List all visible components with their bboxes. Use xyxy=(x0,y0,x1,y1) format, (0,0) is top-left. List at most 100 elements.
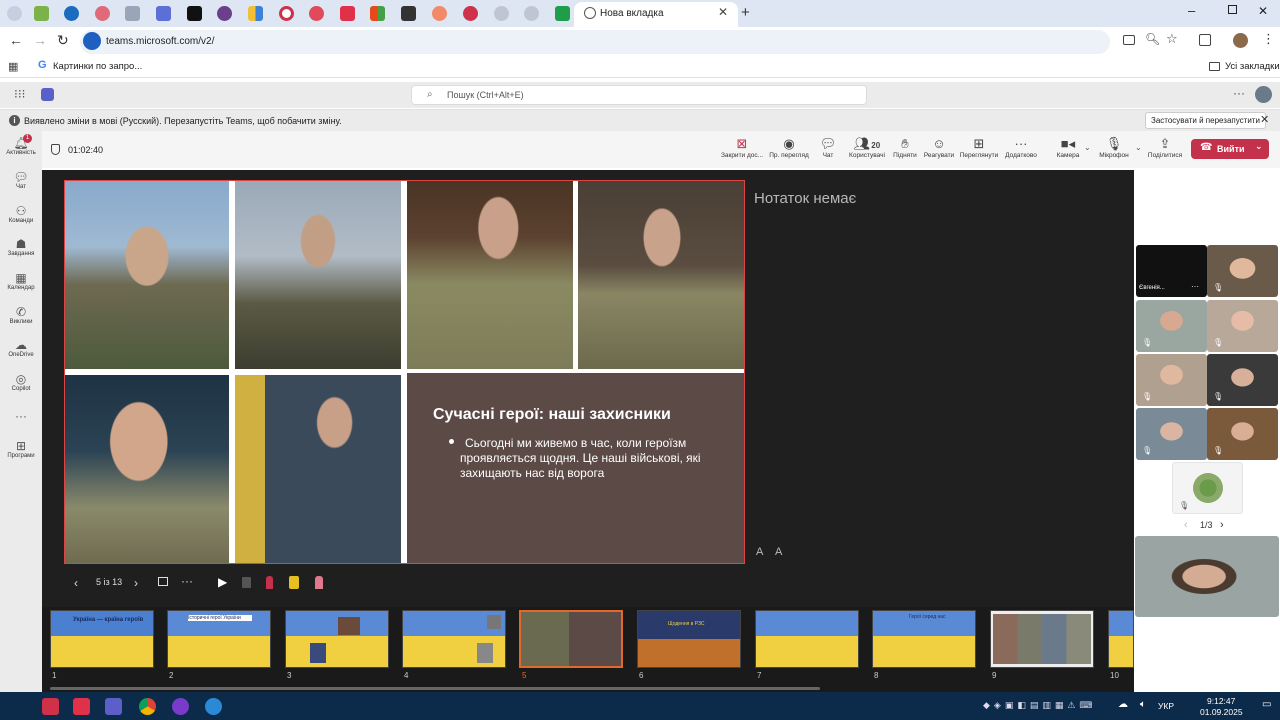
restart-button[interactable]: Застосувати й перезапустити xyxy=(1145,112,1266,129)
self-view-video[interactable] xyxy=(1135,536,1279,617)
next-page-icon[interactable]: › xyxy=(1220,519,1224,531)
profile-avatar[interactable] xyxy=(1233,33,1248,48)
tab-favicon[interactable] xyxy=(401,6,416,21)
tab-favicon[interactable] xyxy=(309,6,324,21)
participant-tile[interactable]: 🎙︎ xyxy=(1207,408,1278,460)
participant-tile[interactable]: 🎙︎ xyxy=(1207,300,1278,352)
tab-favicon[interactable] xyxy=(95,6,110,21)
slide-thumbnail[interactable]: Історичні герої України xyxy=(167,610,271,668)
input-language[interactable]: УКР xyxy=(1158,701,1174,711)
thumbnail-scrollbar[interactable] xyxy=(50,687,820,690)
minimize-button[interactable]: – xyxy=(1188,3,1195,18)
bookmark-star-icon[interactable]: ☆ xyxy=(1166,31,1178,47)
chat-button[interactable]: 💬︎ Чат xyxy=(814,136,842,159)
react-button[interactable]: ☺ Реагувати xyxy=(922,136,956,159)
next-slide-icon[interactable]: › xyxy=(134,576,138,590)
install-app-icon[interactable] xyxy=(1123,35,1135,45)
tab-favicon[interactable] xyxy=(463,6,478,21)
tray-network-icon[interactable]: ☁︎ xyxy=(1118,699,1128,710)
tab-favicon[interactable] xyxy=(494,6,509,21)
slide-thumbnail[interactable] xyxy=(990,610,1094,668)
preview-button[interactable]: ◉ Пр. перегляд xyxy=(766,136,812,159)
slide-thumbnail-selected[interactable] xyxy=(519,610,623,668)
notifications-icon[interactable]: ▭ xyxy=(1262,699,1271,710)
site-info-icon[interactable] xyxy=(83,32,101,50)
maximize-button[interactable] xyxy=(1228,5,1237,14)
tab-favicon[interactable] xyxy=(156,6,171,21)
app-launcher-icon[interactable]: ⁝⁝⁝ xyxy=(14,87,25,101)
slide-thumbnail[interactable]: Герої серед нас xyxy=(872,610,976,668)
participant-tile[interactable]: 🎙︎ xyxy=(1172,462,1243,514)
participant-tile[interactable]: 🎙︎ xyxy=(1136,300,1207,352)
camera-button[interactable]: ■◂ Камера xyxy=(1052,136,1084,159)
user-avatar[interactable] xyxy=(1255,86,1272,103)
back-icon[interactable]: ← xyxy=(9,32,23,48)
slide-thumbnail[interactable] xyxy=(755,610,859,668)
pen-red-icon[interactable] xyxy=(266,576,273,589)
microphone-button[interactable]: 🎙︎ Мікрофон xyxy=(1096,136,1132,159)
tray-volume-icon[interactable]: 🔈︎ xyxy=(1140,699,1146,710)
rail-item-assignments[interactable]: ☗ Завдання xyxy=(0,237,42,257)
slide-thumbnail[interactable]: Щодення в РЗС xyxy=(637,610,741,668)
increase-font-button[interactable]: A xyxy=(775,546,782,558)
rail-item-calls[interactable]: ✆ Виклики xyxy=(0,305,42,325)
close-window-button[interactable]: ✕ xyxy=(1258,4,1268,18)
slide-thumbnail[interactable]: Україна — країна героїв xyxy=(50,610,154,668)
prev-slide-icon[interactable]: ‹ xyxy=(74,576,78,590)
zoom-icon[interactable]: 🔍︎ xyxy=(1145,32,1160,46)
taskbar-chrome-icon[interactable] xyxy=(139,698,156,715)
tab-favicon[interactable] xyxy=(340,6,355,21)
participant-tile[interactable]: 🎙︎ xyxy=(1207,245,1278,297)
view-button[interactable]: ⊞ Переглянути xyxy=(958,136,1000,159)
url-field[interactable]: teams.microsoft.com/v2/ xyxy=(80,30,1110,54)
slide-thumbnail[interactable] xyxy=(1108,610,1134,668)
more-options-icon[interactable]: ··· xyxy=(181,574,193,588)
tab-list-icon[interactable] xyxy=(7,6,22,21)
tab-favicon[interactable] xyxy=(187,6,202,21)
rail-more-icon[interactable]: ··· xyxy=(0,409,42,423)
stop-sharing-button[interactable]: ⊠ Закрити дос... xyxy=(718,136,766,159)
more-options-icon[interactable]: ··· xyxy=(1233,86,1245,100)
rail-item-activity[interactable]: 🔔︎ 1 Активність xyxy=(0,134,42,156)
tab-favicon[interactable] xyxy=(279,6,294,21)
rail-item-teams[interactable]: ⚇ Команди xyxy=(0,204,42,224)
prev-page-icon[interactable]: ‹ xyxy=(1184,519,1188,531)
all-bookmarks-link[interactable]: Усі закладки xyxy=(1225,61,1280,72)
decrease-font-button[interactable]: A xyxy=(756,546,763,558)
raise-hand-button[interactable]: ✋︎ Підняти xyxy=(890,136,920,159)
tab-favicon[interactable] xyxy=(34,6,49,21)
tab-favicon[interactable] xyxy=(555,6,570,21)
tab-favicon[interactable] xyxy=(217,6,232,21)
participant-tile[interactable]: Євгенія... ··· xyxy=(1136,245,1207,297)
taskbar-teams-icon[interactable] xyxy=(105,698,122,715)
taskbar-app-icon[interactable] xyxy=(42,698,59,715)
apps-grid-icon[interactable]: ▦ xyxy=(8,60,18,73)
taskbar-app-icon[interactable] xyxy=(205,698,222,715)
tab-favicon[interactable] xyxy=(432,6,447,21)
rail-item-onedrive[interactable]: ☁︎ OneDrive xyxy=(0,338,42,358)
bookmark-item[interactable]: Картинки по запро... xyxy=(53,61,142,72)
clock-date[interactable]: 01.09.2025 xyxy=(1200,707,1243,717)
chevron-down-icon[interactable]: ⌄ xyxy=(1135,143,1142,152)
share-button[interactable]: ⇪ Поділитися xyxy=(1146,136,1184,159)
close-tab-icon[interactable]: ✕ xyxy=(718,5,728,19)
rail-item-copilot[interactable]: ◎ Copilot xyxy=(0,372,42,392)
tray-icons[interactable]: ◆◈▣◧▤▥▦⚠⌨ xyxy=(983,700,1096,711)
reload-icon[interactable]: ↻ xyxy=(57,32,69,49)
participant-tile[interactable]: 🎙︎ xyxy=(1207,354,1278,406)
participant-tile[interactable]: 🎙︎ xyxy=(1136,408,1207,460)
rail-item-calendar[interactable]: ▦ Календар xyxy=(0,271,42,291)
more-button[interactable]: ··· Додатково xyxy=(1002,136,1040,159)
rail-item-apps[interactable]: ⊞ Програми xyxy=(0,439,42,459)
more-options-icon[interactable]: ··· xyxy=(1191,282,1199,291)
people-button[interactable]: 👥︎20 Користувачі xyxy=(846,136,888,159)
clock-time[interactable]: 9:12:47 xyxy=(1207,696,1235,706)
extensions-icon[interactable] xyxy=(1199,34,1211,46)
new-tab-button[interactable]: + xyxy=(741,4,750,21)
teams-search-input[interactable]: ⌕ Пошук (Ctrl+Alt+E) xyxy=(411,85,867,105)
tab-favicon[interactable] xyxy=(125,6,140,21)
taskbar-app-icon[interactable] xyxy=(172,698,189,715)
slide-thumbnail[interactable] xyxy=(402,610,506,668)
tab-favicon[interactable] xyxy=(370,6,385,21)
chevron-down-icon[interactable]: ⌄ xyxy=(1084,143,1091,152)
